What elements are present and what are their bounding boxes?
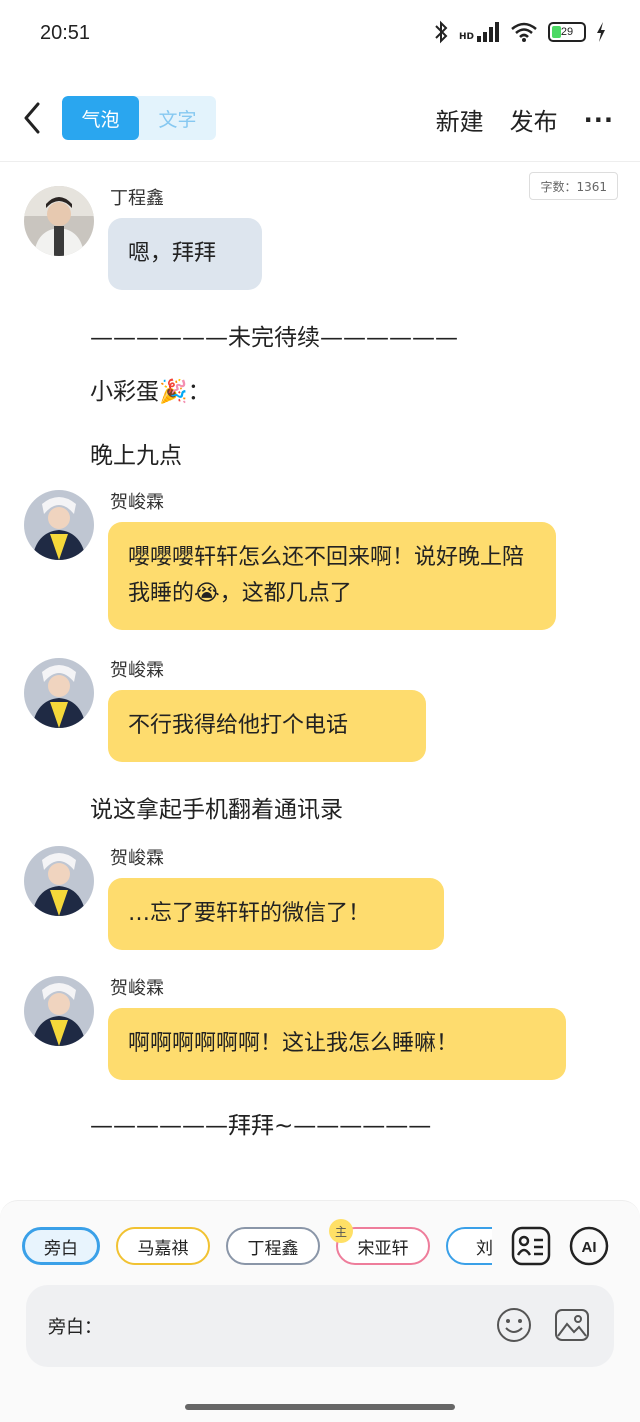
sender-name: 贺峻霖 <box>110 492 164 513</box>
narration-text[interactable]: 小彩蛋🎉： <box>90 372 211 406</box>
role-chip[interactable]: 马嘉祺 <box>116 1227 210 1265</box>
avatar[interactable] <box>24 186 94 256</box>
battery-icon: 29 <box>548 22 586 42</box>
message-composer: 旁白： <box>26 1285 614 1367</box>
hd-label: HD <box>458 32 474 42</box>
sender-name: 贺峻霖 <box>110 660 164 681</box>
message-bubble[interactable]: 啊啊啊啊啊啊！这让我怎么睡嘛！ <box>108 1008 566 1080</box>
status-time: 20:51 <box>40 22 91 44</box>
word-count-badge: 字数：1361 <box>529 172 618 200</box>
role-selector: 旁白 马嘉祺 丁程鑫 宋亚轩 刘耀 <box>22 1227 492 1271</box>
host-badge: 主 <box>329 1219 353 1243</box>
new-button[interactable]: 新建 <box>436 102 484 137</box>
bluetooth-icon <box>435 20 448 44</box>
avatar[interactable] <box>24 658 94 728</box>
battery-level: 29 <box>560 26 574 38</box>
narration-text[interactable]: 说这拿起手机翻着通讯录 <box>90 790 343 824</box>
top-actions: 新建 发布 ··· <box>436 102 614 137</box>
avatar[interactable] <box>24 490 94 560</box>
publish-button[interactable]: 发布 <box>510 102 558 137</box>
text-mode-tab[interactable]: 文字 <box>139 96 216 140</box>
mode-toggle: 气泡 文字 <box>62 96 216 140</box>
narration-text[interactable]: ——————拜拜~—————— <box>90 1106 431 1140</box>
message-bubble[interactable]: 嚶嚶嚶轩轩怎么还不回来啊！说好晚上陪我睡的😭，这都几点了 <box>108 522 556 630</box>
top-toolbar: 气泡 文字 新建 发布 ··· <box>0 80 640 162</box>
more-options-icon[interactable]: ··· <box>584 106 614 134</box>
role-chip[interactable]: 刘耀 <box>446 1227 492 1265</box>
contact-card-icon[interactable] <box>510 1225 552 1267</box>
status-bar: 20:51 HD 29 <box>0 0 640 70</box>
message-bubble[interactable]: …忘了要轩轩的微信了！ <box>108 878 444 950</box>
message-bubble[interactable]: 不行我得给他打个电话 <box>108 690 426 762</box>
composer-role-label: 旁白： <box>48 1317 102 1338</box>
role-chip-narrator[interactable]: 旁白 <box>22 1227 100 1265</box>
avatar[interactable] <box>24 846 94 916</box>
message-bubble[interactable]: 嗯，拜拜 <box>108 218 262 290</box>
sender-name: 丁程鑫 <box>110 188 164 209</box>
ai-icon[interactable]: AI <box>568 1225 610 1267</box>
emoji-icon[interactable] <box>496 1307 532 1343</box>
sender-name: 贺峻霖 <box>110 978 164 999</box>
wifi-icon <box>511 22 537 42</box>
image-icon[interactable] <box>554 1307 590 1343</box>
back-arrow-icon[interactable] <box>18 98 48 138</box>
status-icons: HD 29 <box>433 20 606 44</box>
sender-name: 贺峻霖 <box>110 848 164 869</box>
avatar[interactable] <box>24 976 94 1046</box>
narration-text[interactable]: 晚上九点 <box>90 436 182 470</box>
narration-text[interactable]: ——————未完待续—————— <box>90 318 458 352</box>
message-input[interactable] <box>106 1305 486 1345</box>
composer-panel: 旁白 马嘉祺 丁程鑫 宋亚轩 刘耀 主 AI 旁白： <box>0 1200 640 1422</box>
signal-icon: HD <box>459 22 500 42</box>
svg-text:AI: AI <box>582 1239 597 1256</box>
bubble-mode-tab[interactable]: 气泡 <box>62 96 139 140</box>
role-chip[interactable]: 丁程鑫 <box>226 1227 320 1265</box>
charging-icon <box>597 22 605 42</box>
home-indicator <box>185 1404 455 1410</box>
